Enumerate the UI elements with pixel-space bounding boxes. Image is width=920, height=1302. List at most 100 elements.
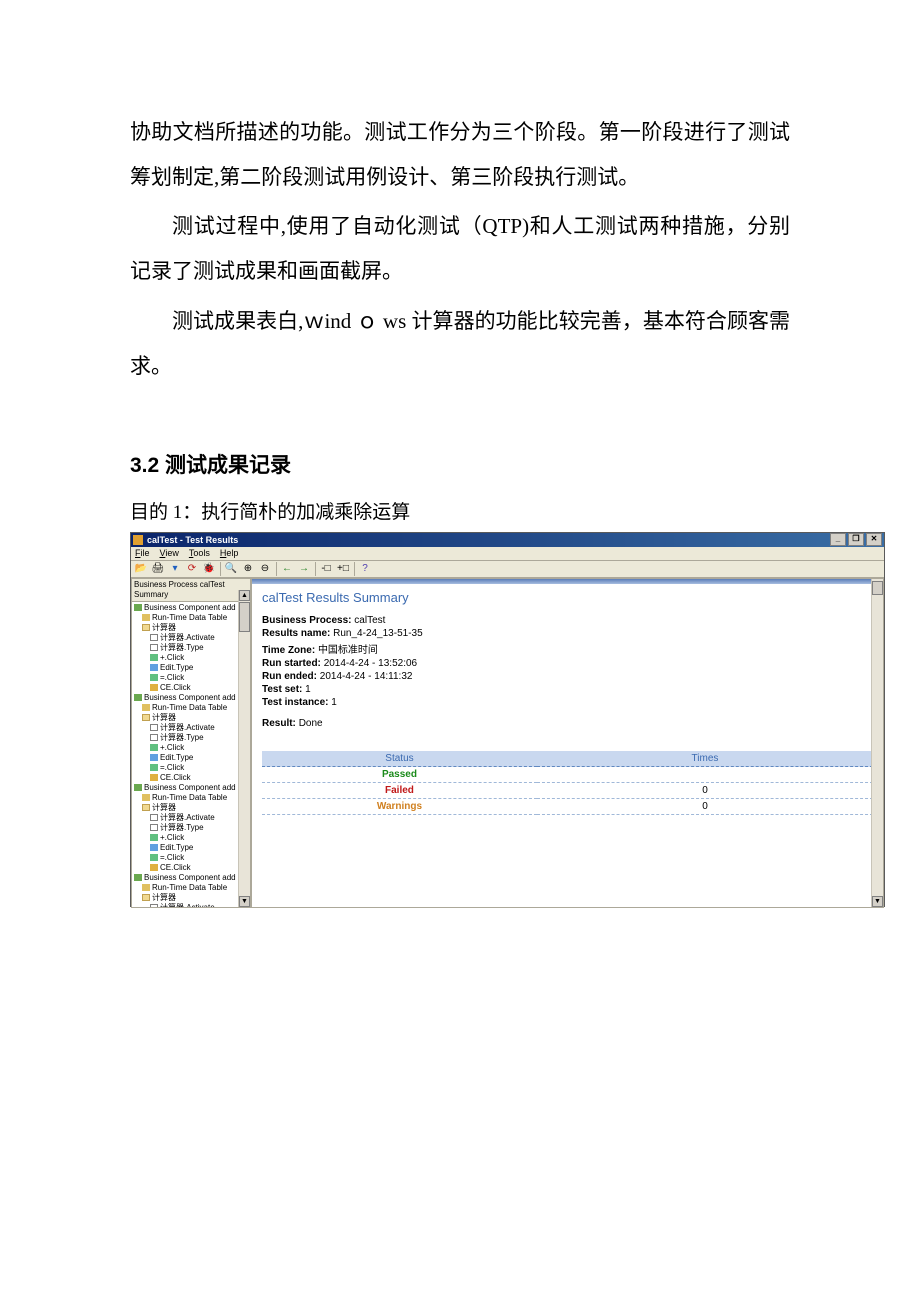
table-icon <box>142 884 150 891</box>
tree-scrollbar[interactable]: ▲ ▼ <box>238 590 250 907</box>
help-icon[interactable]: ? <box>357 561 373 577</box>
paragraph-1: 协助文档所描述的功能。测试工作分为三个阶段。第一阶段进行了测试筹划制定,第二阶段… <box>130 110 790 200</box>
expand-icon[interactable]: +□ <box>335 561 351 577</box>
toolbar: 📂 🖨 ▾ ⟳ 🐞 🔍 ⊕ ⊖ ← → -□ +□ ? <box>131 561 884 578</box>
window-icon <box>150 634 158 641</box>
tree-edit-type[interactable]: Edit.Type <box>134 843 250 853</box>
tree-plus-click[interactable]: +.Click <box>134 833 250 843</box>
heading-3-2: 3.2 测试成果记录 <box>130 449 790 479</box>
time-zone: Time Zone: 中国标准时间 <box>262 641 873 656</box>
scroll-down-icon[interactable]: ▼ <box>872 896 883 907</box>
tree-calculator-folder[interactable]: 计算器 <box>134 803 250 813</box>
table-icon <box>142 704 150 711</box>
warnings-row: Warnings 0 <box>262 799 873 815</box>
tree-runtime-data-table[interactable]: Run-Time Data Table <box>134 613 250 623</box>
component-icon <box>134 784 142 791</box>
collapse-icon[interactable]: -□ <box>318 561 334 577</box>
minimize-button[interactable]: _ <box>830 533 846 546</box>
results-tree-pane[interactable]: Business Process calTest Summary Busines… <box>131 578 251 908</box>
zoom-reset-icon[interactable]: 🔍 <box>223 561 239 577</box>
menu-help[interactable]: Help <box>220 548 239 558</box>
tree-activate[interactable]: 计算器.Activate <box>134 633 250 643</box>
tree-plus-click[interactable]: +.Click <box>134 653 250 663</box>
window-icon <box>150 904 158 908</box>
tree-ce-click[interactable]: CE.Click <box>134 683 250 693</box>
refresh-icon[interactable]: ⟳ <box>184 561 200 577</box>
tree-plus-click[interactable]: +.Click <box>134 743 250 753</box>
print-icon[interactable]: 🖨 <box>150 561 166 577</box>
tree-runtime-data-table[interactable]: Run-Time Data Table <box>134 703 250 713</box>
nav-forward-icon[interactable]: → <box>296 561 312 577</box>
qtp-results-window: calTest - Test Results _ ❐ ✕ File View T… <box>130 532 885 907</box>
nav-back-icon[interactable]: ← <box>279 561 295 577</box>
failed-count: 0 <box>537 783 873 799</box>
open-icon[interactable]: 📂 <box>133 561 149 577</box>
window-icon <box>150 734 158 741</box>
menu-tools[interactable]: Tools <box>189 548 210 558</box>
warnings-count: 0 <box>537 799 873 815</box>
tree-ce-click[interactable]: CE.Click <box>134 773 250 783</box>
failed-label: Failed <box>262 783 537 799</box>
tree-business-component[interactable]: Business Component add (#2) <box>134 693 250 703</box>
button-icon <box>150 774 158 781</box>
tree-type[interactable]: 计算器.Type <box>134 823 250 833</box>
window-title: calTest - Test Results <box>147 535 828 545</box>
tree-calculator-folder[interactable]: 计算器 <box>134 893 250 903</box>
tree-runtime-data-table[interactable]: Run-Time Data Table <box>134 883 250 893</box>
tree-edit-type[interactable]: Edit.Type <box>134 663 250 673</box>
report-scrollbar[interactable]: ▼ <box>871 579 883 907</box>
tree-equals-click[interactable]: =.Click <box>134 673 250 683</box>
tree-type[interactable]: 计算器.Type <box>134 643 250 653</box>
scroll-down-icon[interactable]: ▼ <box>239 896 250 907</box>
results-name: Results name: Run_4-24_13-51-35 <box>262 628 873 639</box>
tree-activate[interactable]: 计算器.Activate <box>134 813 250 823</box>
maximize-button[interactable]: ❐ <box>848 533 864 546</box>
tree-business-component[interactable]: Business Component add (#1) <box>134 603 250 613</box>
warnings-label: Warnings <box>262 799 537 815</box>
app-icon <box>133 535 143 545</box>
menu-file[interactable]: File <box>135 548 150 558</box>
tree-equals-click[interactable]: =.Click <box>134 853 250 863</box>
button-icon <box>150 674 158 681</box>
component-icon <box>134 604 142 611</box>
button-icon <box>150 744 158 751</box>
scroll-thumb[interactable] <box>872 581 883 595</box>
scroll-thumb[interactable] <box>239 602 250 632</box>
folder-icon <box>142 894 150 901</box>
folder-icon <box>142 804 150 811</box>
tree-edit-type[interactable]: Edit.Type <box>134 753 250 763</box>
tree-equals-click[interactable]: =.Click <box>134 763 250 773</box>
test-instance: Test instance: 1 <box>262 697 873 708</box>
run-started: Run started: 2014-4-24 - 13:52:06 <box>262 658 873 669</box>
window-icon <box>150 644 158 651</box>
tree-business-component[interactable]: Business Component add (#4) <box>134 873 250 883</box>
test-set: Test set: 1 <box>262 684 873 695</box>
zoom-out-icon[interactable]: ⊖ <box>257 561 273 577</box>
report-pane: calTest Results Summary Business Process… <box>251 578 884 908</box>
menu-view[interactable]: View <box>160 548 179 558</box>
zoom-in-icon[interactable]: ⊕ <box>240 561 256 577</box>
tree-activate[interactable]: 计算器.Activate <box>134 723 250 733</box>
failed-row: Failed 0 <box>262 783 873 799</box>
status-header: Status <box>262 751 537 767</box>
button-icon <box>150 764 158 771</box>
tree-calculator-folder[interactable]: 计算器 <box>134 623 250 633</box>
find-icon[interactable]: 🐞 <box>201 561 217 577</box>
tree-ce-click[interactable]: CE.Click <box>134 863 250 873</box>
scroll-up-icon[interactable]: ▲ <box>239 590 250 601</box>
tree-activate[interactable]: 计算器.Activate <box>134 903 250 908</box>
tree-type[interactable]: 计算器.Type <box>134 733 250 743</box>
window-icon <box>150 824 158 831</box>
paragraph-3: 测试成果表白,ｗind ｏ ws 计算器的功能比较完善，基本符合顾客需求。 <box>130 299 790 389</box>
tree-runtime-data-table[interactable]: Run-Time Data Table <box>134 793 250 803</box>
passed-count <box>537 767 873 783</box>
report-title: calTest Results Summary <box>262 590 873 605</box>
filter-icon[interactable]: ▾ <box>167 561 183 577</box>
toolbar-separator <box>220 562 221 576</box>
tree-business-component[interactable]: Business Component add (#3) <box>134 783 250 793</box>
close-button[interactable]: ✕ <box>866 533 882 546</box>
tree-calculator-folder[interactable]: 计算器 <box>134 713 250 723</box>
window-icon <box>150 724 158 731</box>
component-icon <box>134 694 142 701</box>
window-titlebar[interactable]: calTest - Test Results _ ❐ ✕ <box>131 533 884 547</box>
